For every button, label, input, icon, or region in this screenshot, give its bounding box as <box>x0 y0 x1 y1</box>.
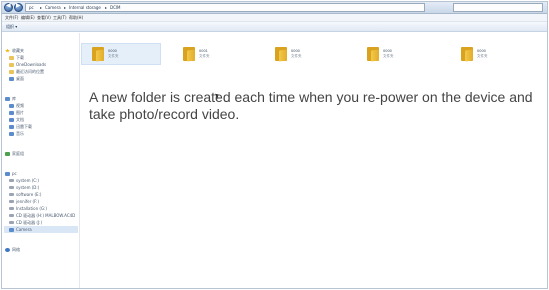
folder-icon <box>367 47 379 62</box>
sidebar-item-drive-e[interactable]: software (E:) <box>9 191 41 198</box>
breadcrumb-separator: ▸ <box>40 5 43 10</box>
menu-edit[interactable]: 编辑(E) <box>21 14 35 22</box>
menu-bar: 文件(F) 编辑(E) 查看(V) 工具(T) 帮助(H) <box>2 14 547 22</box>
breadcrumb-item[interactable]: pc <box>29 4 34 12</box>
sidebar-item-computer[interactable]: pc <box>5 170 17 177</box>
folder-icon <box>9 55 14 60</box>
folder-type: 文件夹 <box>383 54 394 58</box>
forward-button[interactable]: ▶ <box>14 2 23 12</box>
sidebar-item-favorites[interactable]: 收藏夹 <box>5 47 24 54</box>
library-icon <box>9 131 14 136</box>
menu-view[interactable]: 查看(V) <box>37 14 51 22</box>
camera-icon <box>9 227 14 232</box>
drive-icon <box>9 200 14 203</box>
breadcrumb-item[interactable]: DCIM <box>110 4 121 12</box>
folder-type: 文件夹 <box>199 54 210 58</box>
toolbar: 组织 ▾ <box>2 22 547 32</box>
desktop-icon <box>9 76 14 81</box>
address-bar: ◀ ▶ pc ▸ Camera ▸ Internal storage ▸ DCI… <box>2 2 547 14</box>
drive-icon <box>9 179 14 182</box>
cd-drive-icon <box>9 221 14 224</box>
sidebar-item-network[interactable]: 网络 <box>5 246 20 253</box>
folder-item[interactable]: 0001 文件夹 <box>173 43 253 65</box>
breadcrumb-item[interactable]: Camera <box>45 4 61 12</box>
menu-tools[interactable]: 工具(T) <box>53 14 67 22</box>
folder-icon <box>183 47 195 62</box>
sidebar-item-desktop[interactable]: 桌面 <box>9 75 24 82</box>
sidebar-item-thunder[interactable]: 迅雷下载 <box>9 123 32 130</box>
sidebar-item-recent[interactable]: 最近访问的位置 <box>9 68 44 75</box>
back-arrow-icon: ◀ <box>6 2 11 9</box>
back-button[interactable]: ◀ <box>4 2 13 12</box>
library-icon <box>9 103 14 108</box>
sidebar-item-downloads[interactable]: 下载 <box>9 54 24 61</box>
sidebar-item-drive-h[interactable]: CD 驱动器 (H:) MALBOW.AC4D <box>9 212 75 219</box>
sidebar-item-drive-c[interactable]: system (C:) <box>9 177 39 184</box>
folder-type: 文件夹 <box>108 54 119 58</box>
navigation-pane: 收藏夹 下载 OneDownloads 最近访问的位置 桌面 库 视频 图片 文… <box>2 33 80 288</box>
breadcrumb-item[interactable]: Internal storage <box>69 4 101 12</box>
library-icon <box>9 124 14 129</box>
sidebar-item-camera[interactable]: Camera <box>4 226 78 233</box>
forward-arrow-icon: ▶ <box>16 2 21 9</box>
breadcrumb[interactable]: pc ▸ Camera ▸ Internal storage ▸ DCIM <box>25 3 425 12</box>
folder-icon <box>92 47 104 62</box>
folder-item[interactable]: 0000 文件夹 <box>81 43 161 65</box>
sidebar-item-videos[interactable]: 视频 <box>9 102 24 109</box>
breadcrumb-separator: ▸ <box>64 5 67 10</box>
folder-icon <box>275 47 287 62</box>
folder-icon <box>461 47 473 62</box>
sidebar-item-documents[interactable]: 文档 <box>9 116 24 123</box>
drive-icon <box>9 207 14 210</box>
star-icon <box>5 48 10 53</box>
search-input[interactable] <box>453 3 543 12</box>
menu-file[interactable]: 文件(F) <box>5 14 18 22</box>
homegroup-icon <box>5 151 10 156</box>
library-icon <box>9 110 14 115</box>
network-icon <box>5 247 10 252</box>
folder-icon <box>9 62 14 67</box>
menu-help[interactable]: 帮助(H) <box>69 14 83 22</box>
sidebar-item-drive-f[interactable]: jennifer (F:) <box>9 198 39 205</box>
sidebar-item-homegroup[interactable]: 家庭组 <box>5 150 24 157</box>
cd-drive-icon <box>9 214 14 217</box>
drive-icon <box>9 193 14 196</box>
sidebar-item-drive-d[interactable]: system (D:) <box>9 184 39 191</box>
sidebar-item-pictures[interactable]: 图片 <box>9 109 24 116</box>
explorer-window: ◀ ▶ pc ▸ Camera ▸ Internal storage ▸ DCI… <box>1 1 548 289</box>
breadcrumb-separator: ▸ <box>105 5 108 10</box>
library-icon <box>5 96 10 101</box>
folder-type: 文件夹 <box>291 54 302 58</box>
drive-icon <box>9 186 14 189</box>
sidebar-item-drive-j[interactable]: CD 驱动器 (J:) <box>9 219 42 226</box>
library-icon <box>9 117 14 122</box>
organize-button[interactable]: 组织 ▾ <box>6 22 17 32</box>
sidebar-item-libraries[interactable]: 库 <box>5 95 16 102</box>
folder-item[interactable]: 0000 文件夹 <box>357 43 437 65</box>
instruction-caption: A new folder is created each time when y… <box>89 89 533 122</box>
folder-icon <box>9 69 14 74</box>
sidebar-item-drive-g[interactable]: Installation (G:) <box>9 205 47 212</box>
computer-icon <box>5 171 10 176</box>
folder-item[interactable]: 0000 文件夹 <box>451 43 531 65</box>
sidebar-item-music[interactable]: 音乐 <box>9 130 24 137</box>
sidebar-item-onedownloads[interactable]: OneDownloads <box>9 61 46 68</box>
folder-item[interactable]: 0000 文件夹 <box>265 43 345 65</box>
file-list: 0000 文件夹 0001 文件夹 0000 文件夹 0000 文件夹 0000 文件夹 <box>81 33 547 288</box>
folder-type: 文件夹 <box>477 54 488 58</box>
